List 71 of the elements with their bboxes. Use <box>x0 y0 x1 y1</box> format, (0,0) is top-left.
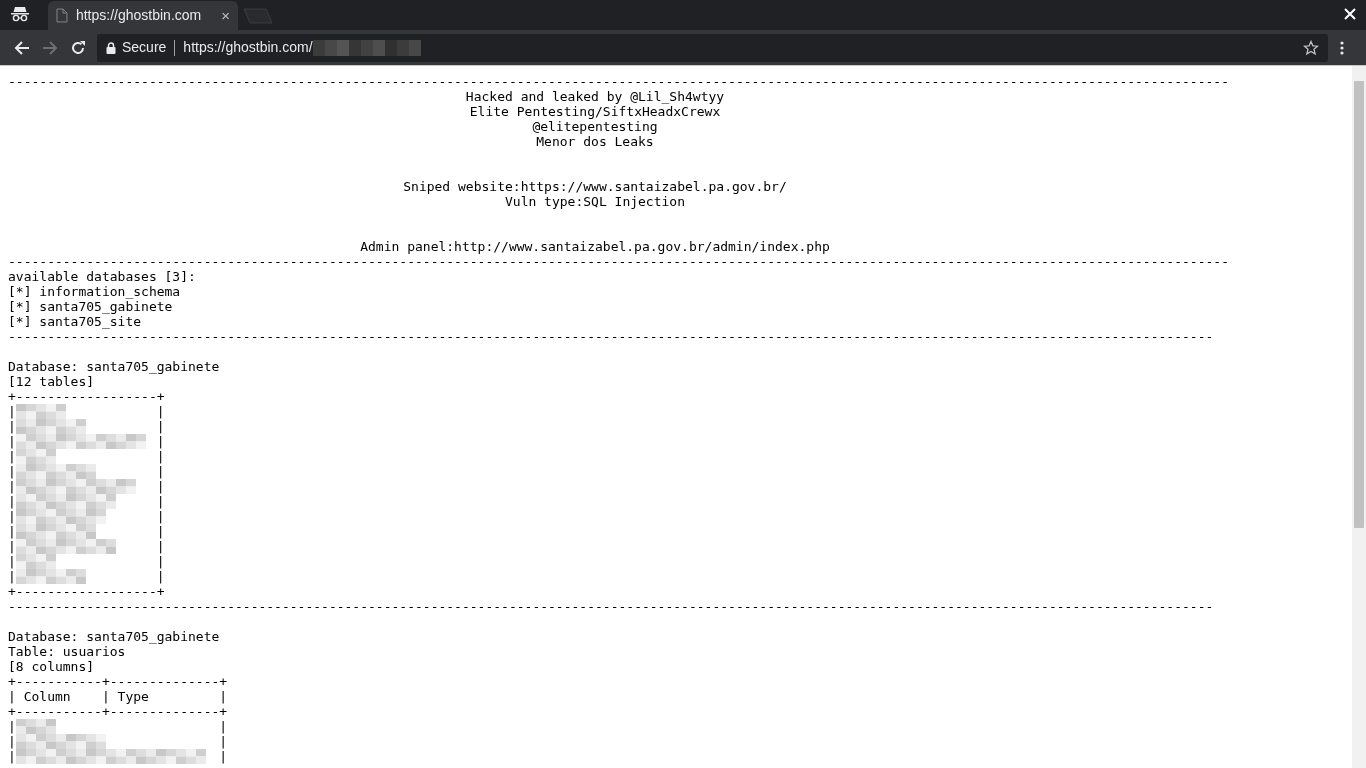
table-edge: | <box>156 494 165 509</box>
address-bar[interactable]: Secure https://ghostbin.com/ <box>97 33 1328 62</box>
separator-line: ---------------------------------------------------------------------------------------------------------------------------------------------------------- <box>8 329 1215 344</box>
table-edge: | <box>156 434 165 449</box>
text-line: Database: santa705_gabinete <box>8 629 220 644</box>
text-line: @elitepentesting <box>532 119 658 134</box>
text-line: [8 columns] <box>8 659 95 674</box>
document-icon <box>56 8 68 23</box>
table-edge: | <box>156 464 165 479</box>
table-edge: | <box>8 404 16 419</box>
scrollbar[interactable] <box>1352 66 1366 768</box>
text-line: [*] santa705_site <box>8 314 142 329</box>
table-edge: | <box>219 749 228 764</box>
url-text: https://ghostbin.com/ <box>183 38 313 57</box>
table-border: +------------------+ <box>8 389 165 404</box>
text-line: [12 tables] <box>8 374 95 389</box>
back-icon[interactable] <box>14 39 30 56</box>
menu-icon[interactable] <box>1340 40 1344 55</box>
text-line: Hacked and leaked by @Lil_Sh4wtyy <box>465 89 725 104</box>
table-edge: | <box>156 419 165 434</box>
table-edge: | <box>156 554 165 569</box>
table-edge: | <box>8 719 16 734</box>
text-line: [*] information_schema <box>8 284 181 299</box>
table-border: +------------------+ <box>8 584 165 599</box>
table-edge: | <box>8 494 16 509</box>
pixelated-redaction <box>15 404 66 419</box>
table-edge: | <box>8 749 16 764</box>
security-label: Secure <box>122 38 167 57</box>
table-border: +-----------+--------------+ <box>8 704 228 719</box>
lock-icon <box>106 41 116 54</box>
reload-icon[interactable] <box>70 39 86 56</box>
text-line: Menor dos Leaks <box>536 134 654 149</box>
table-edge: | <box>156 539 165 554</box>
close-tab-button[interactable]: × <box>221 8 230 23</box>
text-line: [*] santa705_gabinete <box>8 299 173 314</box>
table-edge: | <box>8 479 16 494</box>
table-edge: | <box>156 524 165 539</box>
table-edge: | <box>156 509 165 524</box>
table-edge: | <box>156 569 165 584</box>
table-edge: | <box>156 449 165 464</box>
separator-line: ------------------------------------------------------------------------------------------------------------------------------------------------------------ <box>8 74 1230 89</box>
separator-line: ------------------------------------------------------------------------------------------------------------------------------------------------------------ <box>8 254 1230 269</box>
table-edge: | <box>8 734 16 749</box>
table-edge: | <box>156 479 165 494</box>
table-header-row: | Column | Type | <box>8 689 228 704</box>
table-edge: | <box>8 539 16 554</box>
close-icon[interactable] <box>1344 8 1356 20</box>
text-line: Database: santa705_gabinete <box>8 359 220 374</box>
text-line: Admin panel:http://www.santaizabel.pa.gov.br/admin/index.php <box>360 239 830 254</box>
text-line: Vuln type:SQL Injection <box>505 194 685 209</box>
table-edge: | <box>8 434 16 449</box>
browser-tab[interactable]: https://ghostbin.com × <box>48 1 238 30</box>
text-line: available databases [3]: <box>8 269 196 284</box>
table-edge: | <box>8 464 16 479</box>
text-line: Elite Pentesting/SiftxHeadxCrewx <box>469 104 721 119</box>
separator-line: ---------------------------------------------------------------------------------------------------------------------------------------------------------- <box>8 599 1215 614</box>
table-edge: | <box>8 569 16 584</box>
table-edge: | <box>8 419 16 434</box>
table-edge: | <box>8 554 16 569</box>
table-edge: | <box>8 509 16 524</box>
incognito-icon <box>10 6 30 22</box>
table-edge: | <box>156 404 165 419</box>
table-edge: | <box>219 734 228 749</box>
table-edge: | <box>8 449 16 464</box>
text-line: Table: usuarios <box>8 644 126 659</box>
bookmark-star-icon[interactable] <box>1303 39 1319 56</box>
table-edge: | <box>219 719 228 734</box>
table-edge: | <box>8 524 16 539</box>
tab-title: https://ghostbin.com <box>75 6 203 25</box>
text-line: Sniped website:https://www.santaizabel.pa.gov.br/ <box>403 179 787 194</box>
table-border: +-----------+--------------+ <box>8 674 228 689</box>
